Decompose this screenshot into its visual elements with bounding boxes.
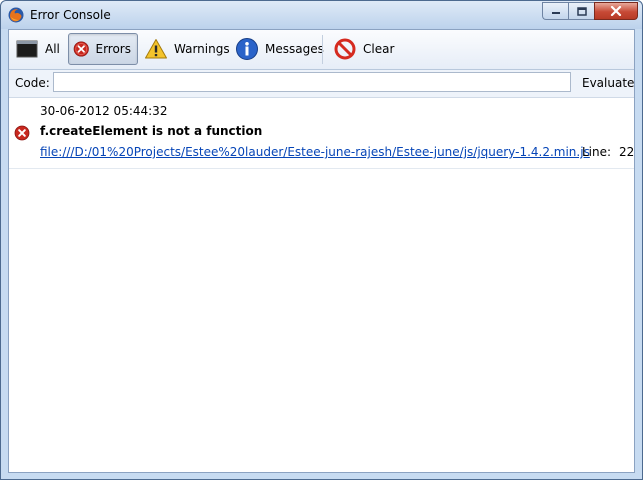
console-client-area: All Errors Warnings Messages Clear Code:…: [8, 29, 635, 473]
minimize-icon: [551, 12, 560, 14]
console-icon: [16, 40, 38, 58]
minimize-button[interactable]: [542, 2, 568, 20]
entry-line-number: 22: [619, 145, 635, 159]
warnings-button[interactable]: Warnings: [140, 33, 236, 65]
warnings-button-label: Warnings: [174, 42, 230, 56]
toolbar-separator: [322, 35, 323, 64]
error-console-window: Error Console All Errors Warnings Messag…: [0, 0, 643, 480]
all-button-label: All: [45, 42, 60, 56]
clear-button-label: Clear: [363, 42, 395, 56]
clear-icon: [334, 38, 356, 60]
maximize-icon: [576, 6, 587, 16]
window-title: Error Console: [30, 8, 111, 22]
entry-source-link[interactable]: file:///D:/01%20Projects/Estee%20lauder/…: [40, 145, 590, 159]
clear-button[interactable]: Clear: [329, 33, 400, 65]
message-list[interactable]: 30-06-2012 05:44:32 f.createElement is n…: [9, 98, 634, 169]
entry-timestamp: 30-06-2012 05:44:32: [40, 104, 168, 118]
messages-button-label: Messages: [265, 42, 324, 56]
evaluate-button[interactable]: Evaluate: [582, 76, 634, 90]
info-icon: [236, 38, 258, 60]
list-item[interactable]: 30-06-2012 05:44:32 f.createElement is n…: [9, 98, 634, 169]
entry-line-label: Line:: [582, 145, 612, 159]
title-bar[interactable]: Error Console: [1, 1, 642, 29]
code-bar: Code: Evaluate: [9, 70, 634, 98]
warning-icon: [145, 39, 167, 59]
maximize-button[interactable]: [568, 2, 594, 20]
close-icon: [610, 6, 622, 16]
error-icon: [14, 125, 30, 141]
window-controls: [542, 2, 638, 20]
errors-button-label: Errors: [95, 42, 131, 56]
errors-button[interactable]: Errors: [68, 33, 138, 65]
messages-button[interactable]: Messages: [231, 33, 330, 65]
error-icon: [73, 41, 89, 57]
all-button[interactable]: All: [11, 33, 66, 65]
code-input[interactable]: [53, 72, 571, 92]
close-button[interactable]: [594, 2, 638, 20]
firefox-icon: [8, 7, 24, 23]
entry-message: f.createElement is not a function: [40, 124, 263, 138]
toolbar: All Errors Warnings Messages Clear: [9, 30, 634, 70]
code-label: Code:: [15, 76, 50, 90]
